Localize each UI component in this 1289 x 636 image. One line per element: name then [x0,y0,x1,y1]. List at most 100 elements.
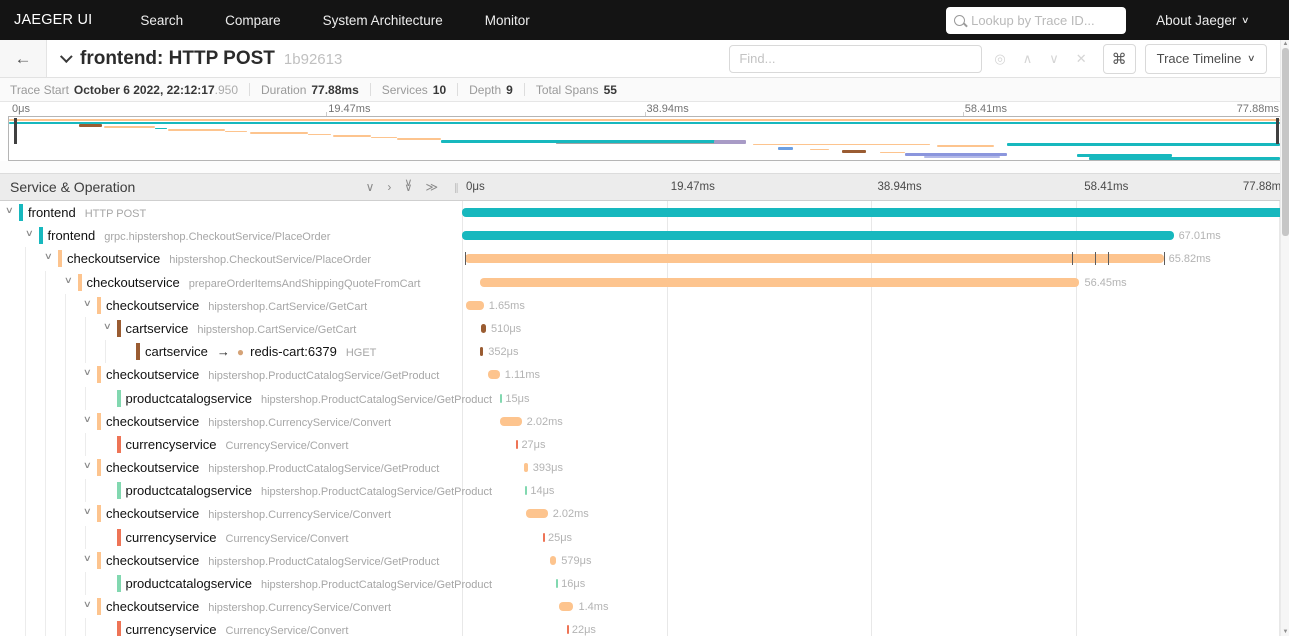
collapse-all-icon[interactable]: ∨ ∨ [404,178,412,194]
trace-view-select[interactable]: Trace Timeline ∨ [1144,43,1267,74]
span-bar[interactable] [526,509,548,519]
span-bar-cell[interactable]: 1.65ms [462,294,1289,317]
chevron-down-icon[interactable]: ∨ [63,275,72,286]
span-bar-cell[interactable]: 27μs [462,433,1289,456]
span-bar-cell[interactable]: 22μs [462,618,1289,636]
service-name[interactable]: frontend HTTP POST [28,205,146,220]
span-name-cell[interactable]: ∨ checkoutservice hipstershop.CurrencyServ… [0,409,462,433]
span-name-cell[interactable]: cartservice → ● redis-cart:6379 HGET [0,340,462,364]
span-bar[interactable] [500,393,503,403]
span-name-cell[interactable]: ∨ checkoutservice hipstershop.ProductCatal… [0,363,462,387]
span-row[interactable]: productcatalogservice hipstershop.Product… [0,479,1289,503]
service-name[interactable]: cartservice → ● redis-cart:6379 HGET [145,344,376,359]
span-bar-cell[interactable]: 579μs [462,549,1289,572]
span-bar[interactable] [488,370,500,380]
minimap-left-drag-handle[interactable] [14,118,17,144]
app-logo[interactable]: JAEGER UI [14,12,92,28]
scroll-up-arrow-icon[interactable]: ▲ [1281,41,1289,47]
minimap-right-drag-handle[interactable] [1276,118,1279,144]
service-name[interactable]: checkoutservice hipstershop.CurrencyServi… [106,599,391,614]
span-name-cell[interactable]: ∨ checkoutservice hipstershop.ProductCatal… [0,548,462,572]
trace-id-lookup-input[interactable] [971,12,1119,28]
span-row[interactable]: ∨ checkoutservice hipstershop.CurrencyServ… [0,595,1289,619]
service-name[interactable]: checkoutservice hipstershop.ProductCatalo… [106,460,439,475]
span-bar-cell[interactable]: 15μs [462,387,1289,410]
span-name-cell[interactable]: currencyservice CurrencyService/Convert [0,525,462,549]
chevron-down-icon[interactable]: ∨ [83,298,92,309]
span-row[interactable]: ∨ checkoutservice hipstershop.ProductCatal… [0,456,1289,480]
span-bar[interactable] [480,323,486,333]
span-bar-cell[interactable]: 14μs [462,479,1289,502]
chevron-down-icon[interactable]: ∨ [83,506,92,517]
next-match-icon[interactable]: ∨ [1049,51,1059,67]
scrollbar-thumb[interactable] [1282,48,1289,236]
span-row[interactable]: currencyservice CurrencyService/Convert 25… [0,525,1289,549]
service-name[interactable]: checkoutservice prepareOrderItemsAndShipp… [87,275,421,290]
span-bar-cell[interactable]: 56.45ms [462,271,1289,294]
keyboard-shortcuts-button[interactable]: ⌘ [1102,43,1136,74]
span-name-cell[interactable]: productcatalogservice hipstershop.Product… [0,479,492,503]
span-bar[interactable] [550,555,557,565]
service-name[interactable]: checkoutservice hipstershop.ProductCatalo… [106,553,439,568]
about-jaeger-menu[interactable]: About Jaeger ∨ [1156,13,1250,28]
span-row[interactable]: ∨ checkoutservice hipstershop.CurrencyServ… [0,502,1289,526]
span-row[interactable]: ∨ checkoutservice hipstershop.CartService/… [0,293,1289,317]
expand-one-icon[interactable]: › [387,180,391,194]
span-name-cell[interactable]: ∨ checkoutservice prepareOrderItemsAndShip… [0,270,462,294]
nav-item-compare[interactable]: Compare [225,13,281,28]
span-bar[interactable] [523,463,528,473]
span-bar-cell[interactable]: 510μs [462,317,1289,340]
span-bar-cell[interactable]: 65.82ms [462,247,1289,270]
chevron-down-icon[interactable]: ∨ [5,205,14,216]
span-name-cell[interactable]: ∨ checkoutservice hipstershop.CartService/… [0,293,462,317]
chevron-down-icon[interactable]: ∨ [102,321,111,332]
span-bar-cell[interactable]: 2.02ms [462,410,1289,433]
trace-minimap[interactable] [8,116,1281,161]
service-name[interactable]: currencyservice CurrencyService/Convert [126,622,349,636]
span-bar-cell[interactable]: 1.11ms [462,363,1289,386]
service-name[interactable]: productcatalogservice hipstershop.Product… [126,391,493,406]
service-name[interactable]: productcatalogservice hipstershop.Product… [126,483,493,498]
chevron-down-icon[interactable]: ∨ [83,367,92,378]
match-target-icon[interactable]: ◎ [994,51,1005,67]
clear-find-icon[interactable]: ✕ [1076,51,1087,67]
span-name-cell[interactable]: currencyservice CurrencyService/Convert [0,432,462,457]
span-bar[interactable] [480,277,1080,287]
span-name-cell[interactable]: ∨ cartservice hipstershop.CartService/GetC… [0,316,462,341]
span-row[interactable]: currencyservice CurrencyService/Convert 27… [0,432,1289,457]
service-name[interactable]: cartservice hipstershop.CartService/GetCa… [126,321,357,336]
service-name[interactable]: checkoutservice hipstershop.CurrencyServi… [106,414,391,429]
span-row[interactable]: ∨ cartservice hipstershop.CartService/GetC… [0,316,1289,341]
span-name-cell[interactable]: ∨ frontend HTTP POST [0,201,462,224]
span-bar[interactable] [462,208,1289,217]
span-row[interactable]: ∨ checkoutservice hipstershop.ProductCatal… [0,548,1289,572]
span-bar[interactable] [500,416,522,426]
nav-item-monitor[interactable]: Monitor [485,13,530,28]
span-bar[interactable] [462,231,1174,241]
span-row[interactable]: currencyservice CurrencyService/Convert 22… [0,618,1289,636]
service-name[interactable]: checkoutservice hipstershop.CurrencyServi… [106,506,391,521]
span-row[interactable]: ∨ frontend grpc.hipstershop.CheckoutServic… [0,224,1289,247]
span-bar[interactable] [555,579,558,588]
collapse-one-icon[interactable]: ∨ [366,180,375,194]
span-bar[interactable] [542,532,545,542]
expand-all-icon[interactable]: ≫ [425,180,438,194]
service-name[interactable]: checkoutservice hipstershop.ProductCatalo… [106,367,439,382]
span-bar-cell[interactable]: 1.4ms [462,595,1289,618]
service-name[interactable]: checkoutservice hipstershop.CheckoutServi… [67,251,371,266]
span-bar[interactable] [516,439,519,449]
span-name-cell[interactable]: productcatalogservice hipstershop.Product… [0,386,492,410]
nav-item-search[interactable]: Search [140,13,183,28]
span-bar[interactable] [466,300,484,310]
span-row[interactable]: ∨ checkoutservice hipstershop.ProductCatal… [0,363,1289,387]
span-bar-cell[interactable]: 25μs [462,526,1289,549]
span-name-cell[interactable]: ∨ checkoutservice hipstershop.CurrencyServ… [0,502,462,526]
span-name-cell[interactable]: ∨ checkoutservice hipstershop.ProductCatal… [0,456,462,480]
chevron-down-icon[interactable]: ∨ [83,460,92,471]
span-bar-cell[interactable]: 16μs [462,572,1289,595]
chevron-down-icon[interactable]: ∨ [83,414,92,425]
span-bar[interactable] [479,347,484,357]
chevron-down-icon[interactable]: ∨ [83,599,92,610]
scroll-down-arrow-icon[interactable]: ▼ [1281,629,1289,635]
span-name-cell[interactable]: ∨ frontend grpc.hipstershop.CheckoutServic… [0,224,462,247]
